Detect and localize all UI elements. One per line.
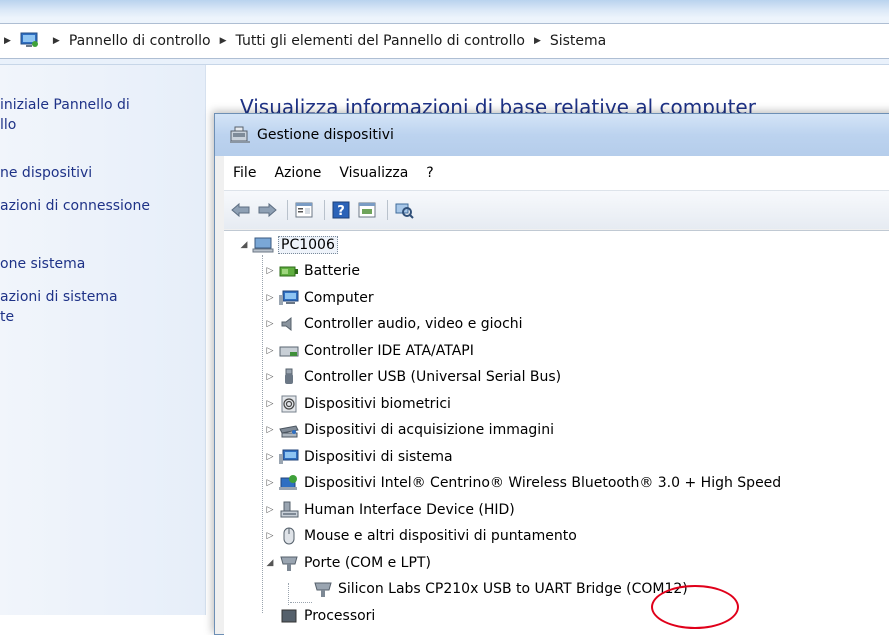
bluetooth-icon — [278, 474, 300, 492]
collapse-triangle-icon[interactable]: ◢ — [264, 558, 276, 568]
toolbar-separator — [324, 200, 325, 220]
tree-guide-line — [288, 583, 289, 605]
help-icon[interactable]: ? — [330, 199, 352, 221]
device-category-label: Dispositivi Intel® Centrino® Wireless Bl… — [304, 475, 782, 491]
task-link[interactable]: ne dispositivi — [0, 163, 92, 183]
device-category-processori[interactable]: Processori — [278, 604, 375, 628]
device-manager-window: Gestione dispositivi File Azione Visuali… — [214, 113, 889, 635]
annotation-circle — [651, 585, 739, 629]
fingerprint-icon — [278, 395, 300, 413]
device-category-label: Porte (COM e LPT) — [304, 554, 431, 571]
svg-text:?: ? — [337, 204, 345, 219]
device-tree: ◢ PC1006 ▷ Batterie ▷ Computer ▷ Controller a… — [224, 230, 889, 635]
device-category-label: Controller IDE ATA/ATAPI — [304, 342, 474, 359]
ide-controller-icon — [278, 342, 300, 360]
speaker-icon — [278, 315, 300, 333]
device-category-label: Dispositivi di sistema — [304, 448, 453, 465]
collapse-triangle-icon[interactable]: ◢ — [238, 240, 250, 250]
expand-triangle-icon[interactable]: ▷ — [264, 399, 276, 409]
expand-triangle-icon[interactable]: ▷ — [264, 425, 276, 435]
port-icon — [312, 580, 334, 598]
system-device-icon — [278, 448, 300, 466]
device-category-human-interface-device-hid[interactable]: ▷ Human Interface Device (HID) — [264, 498, 515, 522]
chevron-right-icon[interactable]: ▶ — [534, 36, 541, 46]
chevron-right-icon[interactable]: ▶ — [53, 36, 60, 46]
computer-icon — [278, 289, 300, 307]
device-category-label: Batterie — [304, 263, 361, 279]
forward-arrow-icon[interactable] — [256, 199, 278, 221]
expand-triangle-icon[interactable]: ▷ — [264, 452, 276, 462]
device-category-label: Controller USB (Universal Serial Bus) — [304, 369, 562, 385]
device-category-mouse-e-altri-dispositivi-di-puntamento[interactable]: ▷ Mouse e altri dispositivi di puntamento — [264, 524, 577, 548]
expand-triangle-icon[interactable]: ▷ — [264, 293, 276, 303]
device-category-porte-com-e-lpt[interactable]: ◢ Porte (COM e LPT) — [264, 551, 431, 575]
device-category-controller-usb-universal-serial-bus[interactable]: ▷ Controller USB (Universal Serial Bus) — [264, 365, 561, 389]
task-link[interactable]: azioni di connessione — [0, 196, 150, 216]
chevron-right-icon[interactable]: ▶ — [220, 36, 227, 46]
device-category-dispositivi-biometrici[interactable]: ▷ Dispositivi biometrici — [264, 392, 451, 416]
task-pane: iniziale Pannello di llo ne dispositivi … — [0, 65, 206, 615]
expand-triangle-icon[interactable]: ▷ — [264, 266, 276, 276]
computer-icon — [252, 236, 274, 254]
device-category-label: Controller audio, video e giochi — [304, 316, 523, 332]
device-category-label: Dispositivi di acquisizione immagini — [304, 422, 554, 438]
device-label: Silicon Labs CP210x USB to UART Bridge (… — [338, 581, 688, 597]
tree-guide-line — [262, 255, 263, 613]
scan-hardware-icon[interactable] — [393, 199, 415, 221]
device-category-controller-ide-ata-atapi[interactable]: ▷ Controller IDE ATA/ATAPI — [264, 339, 474, 363]
breadcrumb-item[interactable]: Tutti gli elementi del Pannello di contr… — [236, 33, 525, 49]
menu-bar: File Azione Visualizza ? — [224, 156, 889, 191]
window-titlebar[interactable]: Gestione dispositivi — [215, 114, 889, 156]
tree-root-label: PC1006 — [278, 236, 338, 254]
task-link[interactable]: one sistema — [0, 254, 85, 274]
control-panel-icon — [20, 32, 40, 50]
device-category-label: Computer — [304, 289, 374, 306]
expand-triangle-icon[interactable]: ▷ — [264, 478, 276, 488]
usb-icon — [278, 368, 300, 386]
device-category-dispositivi-intel-centrino-wireless-bluetooth-3-0-high-speed[interactable]: ▷ Dispositivi Intel® Centrino® Wireless B… — [264, 471, 781, 495]
port-icon — [278, 554, 300, 572]
task-link[interactable]: iniziale Pannello di llo — [0, 95, 130, 135]
device-category-label: Processori — [304, 607, 376, 624]
task-link[interactable]: azioni di sistema te — [0, 287, 118, 327]
device-category-batterie[interactable]: ▷ Batterie — [264, 259, 361, 283]
toolbar-separator — [387, 200, 388, 220]
expand-triangle-icon[interactable]: ▷ — [264, 319, 276, 329]
device-manager-icon — [229, 125, 251, 145]
breadcrumb[interactable]: ▶ ▶ Pannello di controllo ▶ Tutti gli el… — [0, 23, 889, 59]
device-category-label: Dispositivi biometrici — [304, 395, 451, 412]
breadcrumb-item[interactable]: Pannello di controllo — [69, 33, 211, 49]
device-category-label: Mouse e altri dispositivi di puntamento — [304, 528, 577, 544]
hid-icon — [278, 501, 300, 519]
device-silicon-labs-cp210x[interactable]: Silicon Labs CP210x USB to UART Bridge (… — [312, 577, 688, 601]
menu-help[interactable]: ? — [417, 165, 442, 181]
window-title: Gestione dispositivi — [257, 127, 394, 143]
expand-triangle-icon[interactable]: ▷ — [264, 505, 276, 515]
toolbar: ? — [224, 191, 889, 229]
expand-triangle-icon[interactable]: ▷ — [264, 531, 276, 541]
address-bar: ▶ ▶ Pannello di controllo ▶ Tutti gli el… — [0, 0, 889, 65]
update-driver-icon[interactable] — [356, 199, 378, 221]
menu-file[interactable]: File — [224, 165, 265, 181]
tree-root-pc1006[interactable]: ◢ PC1006 — [238, 233, 338, 257]
device-category-dispositivi-di-sistema[interactable]: ▷ Dispositivi di sistema — [264, 445, 453, 469]
battery-icon — [278, 262, 300, 280]
expand-triangle-icon[interactable]: ▷ — [264, 372, 276, 382]
device-category-dispositivi-di-acquisizione-immagini[interactable]: ▷ Dispositivi di acquisizione immagini — [264, 418, 554, 442]
properties-icon[interactable] — [293, 199, 315, 221]
scanner-icon — [278, 421, 300, 439]
expand-triangle-icon[interactable]: ▷ — [264, 346, 276, 356]
mouse-icon — [278, 527, 300, 545]
processor-icon — [278, 607, 300, 625]
device-category-computer[interactable]: ▷ Computer — [264, 286, 374, 310]
menu-view[interactable]: Visualizza — [330, 165, 417, 181]
back-arrow-icon[interactable] — [230, 199, 252, 221]
device-category-controller-audio-video-e-giochi[interactable]: ▷ Controller audio, video e giochi — [264, 312, 523, 336]
menu-action[interactable]: Azione — [265, 165, 330, 181]
toolbar-separator — [287, 200, 288, 220]
breadcrumb-item[interactable]: Sistema — [550, 33, 606, 49]
chevron-right-icon[interactable]: ▶ — [4, 36, 11, 46]
device-category-label: Human Interface Device (HID) — [304, 501, 515, 518]
